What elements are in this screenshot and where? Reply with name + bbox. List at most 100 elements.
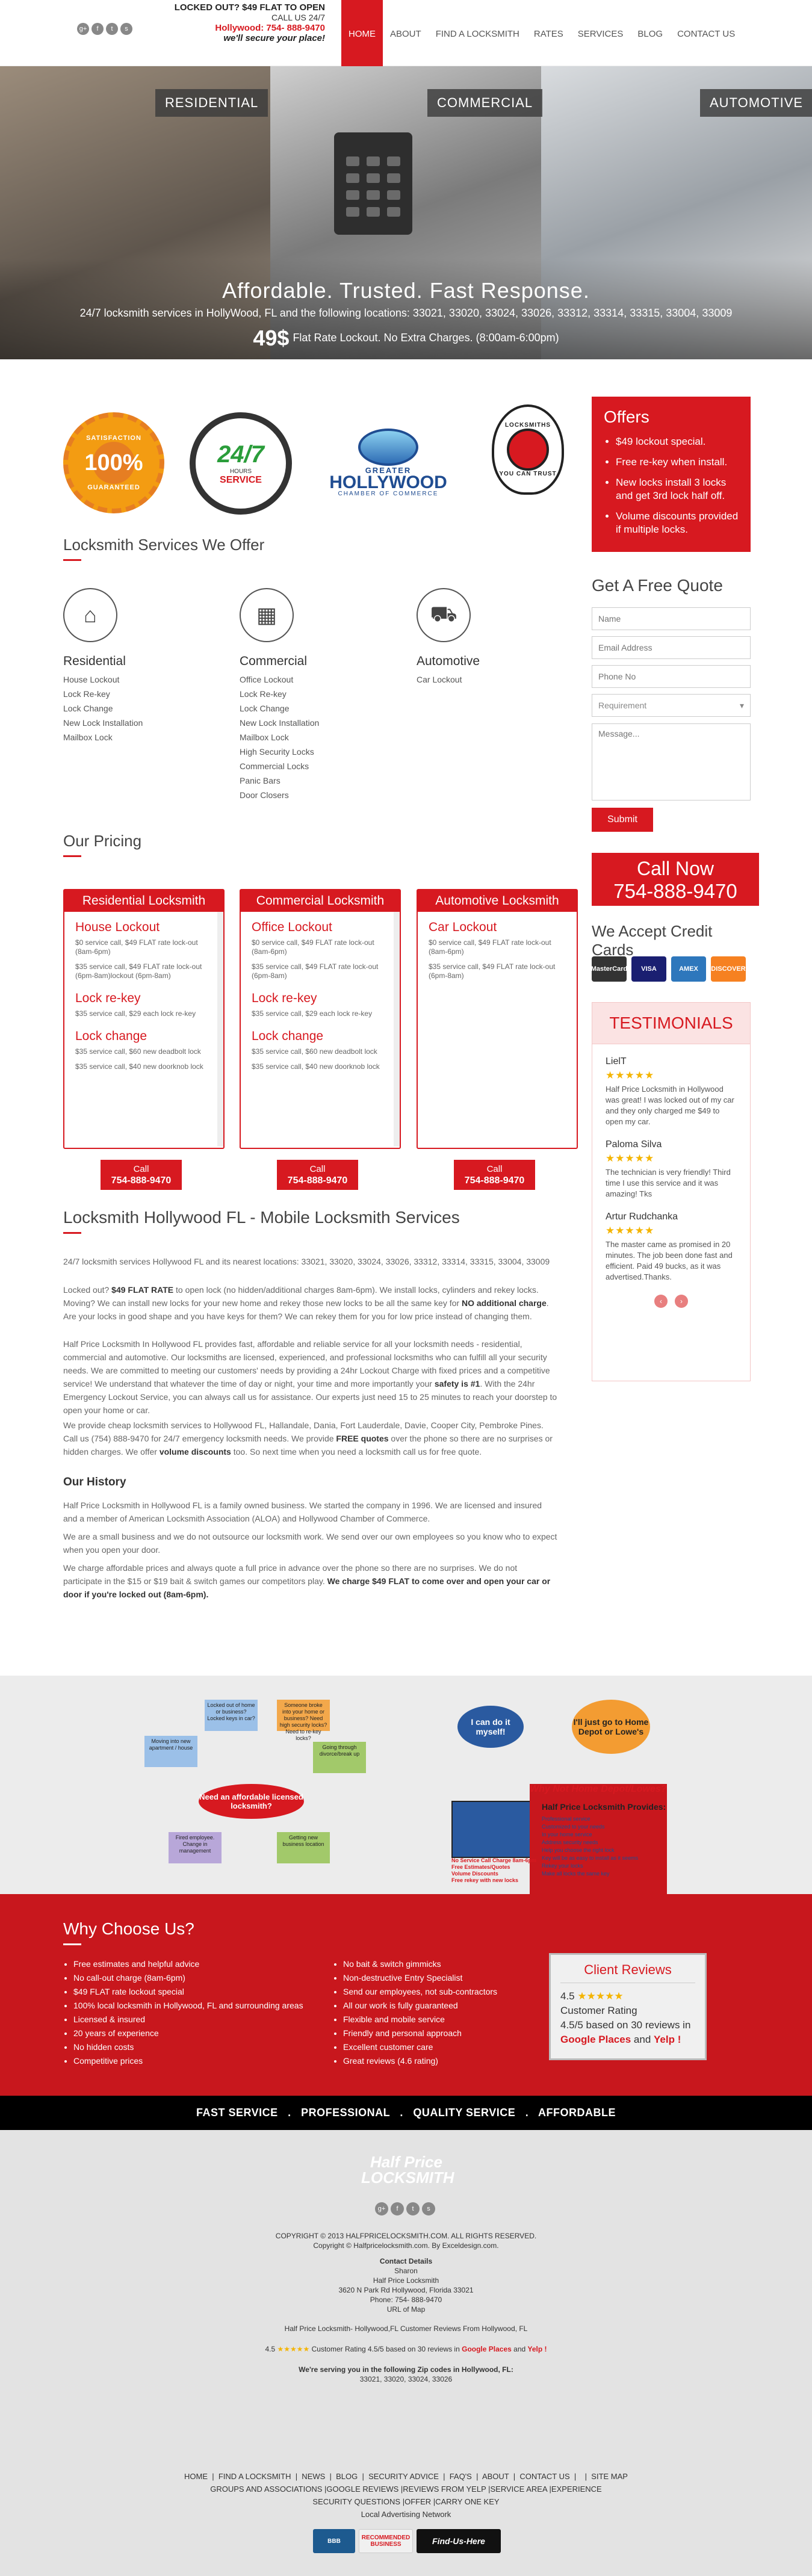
call-now-box[interactable]: Call Now 754-888-9470 — [592, 853, 759, 906]
price-box-automotive[interactable]: Automotive Locksmith Car Lockout $0 serv… — [417, 889, 578, 1149]
submit-button[interactable]: Submit — [592, 808, 653, 832]
mastercard-icon: MasterCard — [591, 956, 627, 982]
skype-icon[interactable]: s — [422, 2202, 435, 2215]
list-item: Lock Re-key — [240, 689, 287, 699]
facebook-icon[interactable]: f — [391, 2202, 404, 2215]
list-item: Address security needs — [542, 1839, 598, 1845]
find-us-here-logo[interactable]: Find-Us-Here — [417, 2529, 501, 2553]
badge-text: SATISFACTION — [86, 435, 141, 442]
twitter-icon[interactable]: t — [406, 2202, 420, 2215]
discover-icon: DISCOVER — [711, 956, 746, 982]
map-link[interactable]: URL of Map — [0, 2305, 812, 2314]
email-input[interactable] — [592, 636, 751, 659]
facebook-icon[interactable]: f — [91, 23, 104, 35]
quote-title: Get A Free Quote — [592, 576, 723, 595]
history-paragraph-2: We are a small business and we do not ou… — [63, 1532, 557, 1555]
nav-find-locksmith[interactable]: FIND A LOCKSMITH — [429, 0, 527, 66]
nav-services[interactable]: SERVICES — [571, 0, 631, 66]
footer-nav-1[interactable]: HOME | FIND A LOCKSMITH | NEWS | BLOG | … — [0, 2470, 812, 2483]
client-reviews-box: Client Reviews 4.5 ★★★★★ Customer Rating… — [549, 1953, 707, 2060]
footer-nav-4[interactable]: Local Advertising Network — [0, 2508, 812, 2521]
prev-arrow-icon[interactable]: ‹ — [654, 1295, 668, 1308]
history-paragraph-3: We charge affordable prices and always q… — [63, 1561, 558, 1601]
badge-text: LOCKSMITHS — [504, 422, 551, 429]
why-title: Why Choose Us? — [63, 1919, 194, 1945]
footer-nav-2[interactable]: GROUPS AND ASSOCIATIONS |GOOGLE REVIEWS … — [0, 2483, 812, 2495]
phone-input[interactable] — [592, 665, 751, 688]
call-now-number: 754-888-9470 — [613, 880, 737, 902]
hero-price: 49$ — [253, 326, 290, 350]
list-item: No call-out charge (8am-6pm) — [73, 1971, 303, 1985]
header-phone[interactable]: Hollywood: 754- 888-9470 — [150, 23, 325, 33]
car-icon: ⛟ — [417, 588, 471, 642]
nav-blog[interactable]: BLOG — [630, 0, 670, 66]
need-center: Need an affordable licensed locksmith? — [199, 1784, 304, 1819]
call-button-commercial[interactable]: Call 754-888-9470 — [277, 1160, 358, 1190]
google-places-link[interactable]: Google Places — [462, 2345, 512, 2353]
google-plus-icon[interactable]: g+ — [375, 2202, 388, 2215]
carousel-controls: ‹ › — [592, 1295, 750, 1308]
diy-bubble: I can do it myself! — [457, 1706, 524, 1748]
nav-contact[interactable]: CONTACT US — [670, 0, 742, 66]
list-item: Free rekey with new locks — [451, 1877, 519, 1883]
testimonial-text: The technician is very friendly! Third t… — [606, 1168, 731, 1198]
name-input[interactable] — [592, 607, 751, 630]
recommended-logo[interactable]: RECOMMENDED BUSINESS — [359, 2529, 413, 2553]
price-group-name: Lock change — [252, 1029, 324, 1043]
offers-title: Offers — [604, 407, 649, 426]
google-places-link[interactable]: Google Places — [560, 2034, 631, 2045]
testimonial-author: Artur Rudchanka — [606, 1212, 678, 1222]
testimonial-author: Paloma Silva — [606, 1139, 662, 1150]
google-plus-icon[interactable]: g+ — [77, 23, 89, 35]
call-button-automotive[interactable]: Call 754-888-9470 — [454, 1160, 535, 1190]
price-box-body[interactable]: Office Lockout $0 service call, $49 FLAT… — [241, 912, 400, 1147]
price-box-title: Residential Locksmith — [64, 890, 223, 912]
tab-residential[interactable]: RESIDENTIAL — [155, 89, 268, 117]
price-group-name: Lock re-key — [75, 991, 141, 1005]
list-item: $49 FLAT rate lockout special — [73, 1985, 303, 1999]
message-textarea[interactable] — [592, 723, 751, 800]
list-item: Make all locks the same key — [542, 1871, 610, 1877]
call-button-residential[interactable]: Call 754-888-9470 — [101, 1160, 182, 1190]
yelp-link[interactable]: Yelp ! — [528, 2345, 547, 2353]
badge-text: HOURS — [229, 468, 252, 475]
price-box-body[interactable]: House Lockout $0 service call, $49 FLAT … — [64, 912, 223, 1147]
hero-headline: Affordable. Trusted. Fast Response. — [222, 278, 590, 303]
bbb-logo[interactable]: BBB — [313, 2529, 355, 2553]
list-item: High Security Locks — [240, 747, 314, 757]
requirement-select[interactable]: Requirement ▾ — [592, 694, 751, 717]
building-icon: ▦ — [240, 588, 294, 642]
contact-name: Sharon — [394, 2267, 418, 2275]
next-arrow-icon[interactable]: › — [674, 1295, 688, 1308]
text: FREE quotes — [336, 1434, 389, 1443]
nav-about[interactable]: ABOUT — [383, 0, 429, 66]
list-item: Mailbox Lock — [240, 732, 289, 742]
yelp-link[interactable]: Yelp ! — [654, 2034, 681, 2045]
chamber-badge: GREATER HOLLYWOOD CHAMBER OF COMMERCE — [316, 429, 460, 501]
footer-phone[interactable]: Phone: 754- 888-9470 — [0, 2295, 812, 2305]
tab-automotive[interactable]: AUTOMOTIVE — [700, 89, 812, 117]
text: Locked out? — [63, 1285, 112, 1295]
price-box-body[interactable]: Car Lockout $0 service call, $49 FLAT ra… — [418, 912, 577, 1147]
tab-commercial[interactable]: COMMERCIAL — [427, 89, 543, 117]
services-title: Locksmith Services We Offer — [63, 536, 264, 561]
nav-home[interactable]: HOME — [341, 0, 383, 73]
need-box: Getting new business location — [277, 1832, 330, 1863]
offers-box: Offers $49 lockout special. Free re-key … — [592, 397, 751, 552]
text: volume discounts — [159, 1447, 231, 1457]
nav-rates[interactable]: RATES — [527, 0, 571, 66]
hero-banner: RESIDENTIAL COMMERCIAL AUTOMOTIVE Afford… — [0, 66, 812, 359]
about-paragraph: Half Price Locksmith In Hollywood FL pro… — [63, 1337, 558, 1417]
price-box-commercial[interactable]: Commercial Locksmith Office Lockout $0 s… — [240, 889, 401, 1149]
list-item: Friendly and personal approach — [343, 2026, 497, 2040]
footer-social: g+ f t s — [375, 2202, 435, 2215]
list-item: Lock Change — [63, 704, 113, 713]
twitter-icon[interactable]: t — [106, 23, 118, 35]
list-item: 100% local locksmith in Hollywood, FL an… — [73, 1999, 303, 2013]
price-box-residential[interactable]: Residential Locksmith House Lockout $0 s… — [63, 889, 225, 1149]
offer-item: New locks install 3 locks and get 3rd lo… — [616, 476, 739, 503]
footer-nav-3[interactable]: SECURITY QUESTIONS |OFFER |CARRY ONE KEY — [0, 2495, 812, 2508]
skype-icon[interactable]: s — [120, 23, 132, 35]
header-contact: LOCKED OUT? $49 FLAT TO OPEN CALL US 24/… — [150, 2, 325, 43]
footer-logo[interactable]: Half Price LOCKSMITH — [361, 2154, 454, 2196]
